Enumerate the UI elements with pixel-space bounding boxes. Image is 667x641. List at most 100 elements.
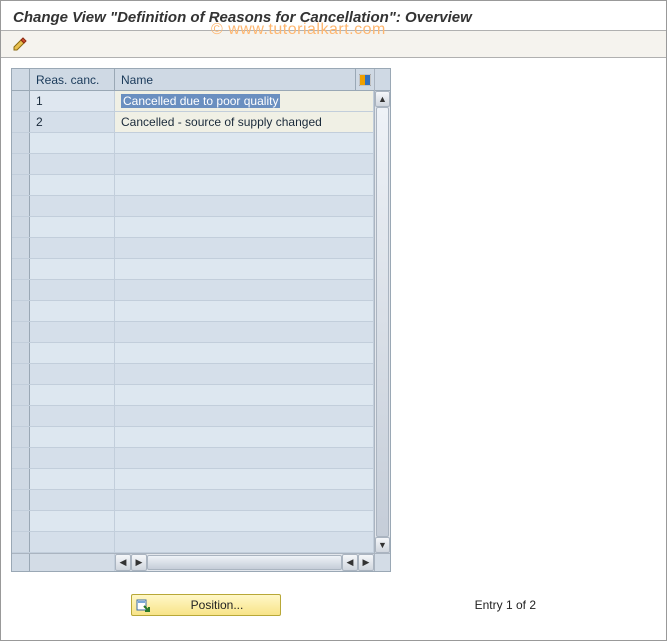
footer: Position... Entry 1 of 2 bbox=[1, 594, 666, 616]
hscroll-track[interactable] bbox=[147, 554, 342, 571]
cell-name[interactable] bbox=[115, 238, 374, 258]
cell-name[interactable] bbox=[115, 280, 374, 300]
cell-name[interactable] bbox=[115, 532, 374, 552]
row-selector[interactable] bbox=[12, 406, 30, 426]
row-selector[interactable] bbox=[12, 238, 30, 258]
table-row bbox=[12, 238, 374, 259]
table-row bbox=[12, 133, 374, 154]
cell-reas[interactable] bbox=[30, 301, 115, 321]
table-row bbox=[12, 301, 374, 322]
cell-reas[interactable] bbox=[30, 322, 115, 342]
cell-name[interactable] bbox=[115, 469, 374, 489]
row-selector[interactable] bbox=[12, 364, 30, 384]
position-label: Position... bbox=[158, 598, 276, 612]
cell-name[interactable] bbox=[115, 511, 374, 531]
row-selector[interactable] bbox=[12, 301, 30, 321]
row-selector[interactable] bbox=[12, 385, 30, 405]
cell-name[interactable] bbox=[115, 364, 374, 384]
cell-name[interactable] bbox=[115, 490, 374, 510]
scroll-up-button[interactable]: ▲ bbox=[375, 91, 390, 107]
table-row bbox=[12, 427, 374, 448]
cell-name[interactable] bbox=[115, 385, 374, 405]
cell-name[interactable] bbox=[115, 301, 374, 321]
row-selector[interactable] bbox=[12, 343, 30, 363]
row-selector[interactable] bbox=[12, 532, 30, 552]
cell-reas[interactable] bbox=[30, 238, 115, 258]
table-row bbox=[12, 490, 374, 511]
scroll-right-button-2[interactable]: ◀ bbox=[342, 554, 358, 571]
scroll-left-button-2[interactable]: ▶ bbox=[131, 554, 147, 571]
position-button[interactable]: Position... bbox=[131, 594, 281, 616]
row-selector[interactable] bbox=[12, 196, 30, 216]
cell-name[interactable]: Cancelled - source of supply changed bbox=[115, 112, 374, 132]
edit-button[interactable] bbox=[9, 34, 31, 54]
select-all-header[interactable] bbox=[12, 69, 30, 90]
column-header-name[interactable]: Name bbox=[115, 69, 356, 90]
hscroll-thumb[interactable] bbox=[147, 555, 342, 570]
row-selector[interactable] bbox=[12, 91, 30, 111]
cell-name[interactable]: Cancelled due to poor quality bbox=[115, 91, 374, 111]
scroll-down-button[interactable]: ▼ bbox=[375, 537, 390, 553]
table-row bbox=[12, 259, 374, 280]
row-selector[interactable] bbox=[12, 154, 30, 174]
cell-name[interactable] bbox=[115, 427, 374, 447]
vertical-scrollbar[interactable]: ▲ ▼ bbox=[374, 69, 390, 553]
cell-name[interactable] bbox=[115, 322, 374, 342]
cell-reas[interactable] bbox=[30, 406, 115, 426]
table-row: 1 Cancelled due to poor quality bbox=[12, 91, 374, 112]
cell-reas[interactable] bbox=[30, 385, 115, 405]
scroll-track[interactable] bbox=[375, 107, 390, 537]
row-selector[interactable] bbox=[12, 280, 30, 300]
table-row bbox=[12, 406, 374, 427]
cell-reas[interactable]: 2 bbox=[30, 112, 115, 132]
cell-reas[interactable] bbox=[30, 133, 115, 153]
cell-reas[interactable] bbox=[30, 280, 115, 300]
scroll-thumb[interactable] bbox=[376, 107, 389, 537]
row-selector[interactable] bbox=[12, 175, 30, 195]
row-selector[interactable] bbox=[12, 217, 30, 237]
scroll-right-button[interactable]: ▶ bbox=[358, 554, 374, 571]
configure-columns-button[interactable] bbox=[356, 69, 374, 90]
cell-name[interactable] bbox=[115, 343, 374, 363]
column-header-reas[interactable]: Reas. canc. bbox=[30, 69, 115, 90]
row-selector[interactable] bbox=[12, 427, 30, 447]
cell-name[interactable] bbox=[115, 196, 374, 216]
cell-reas[interactable]: 1 bbox=[30, 91, 115, 111]
scroll-left-button[interactable]: ◀ bbox=[115, 554, 131, 571]
row-selector[interactable] bbox=[12, 490, 30, 510]
table-row bbox=[12, 364, 374, 385]
cell-reas[interactable] bbox=[30, 217, 115, 237]
cell-name[interactable] bbox=[115, 133, 374, 153]
cell-name[interactable] bbox=[115, 259, 374, 279]
cell-reas[interactable] bbox=[30, 343, 115, 363]
cell-name[interactable] bbox=[115, 448, 374, 468]
cell-reas[interactable] bbox=[30, 196, 115, 216]
cell-reas[interactable] bbox=[30, 154, 115, 174]
cell-reas[interactable] bbox=[30, 175, 115, 195]
table-row bbox=[12, 322, 374, 343]
row-selector[interactable] bbox=[12, 259, 30, 279]
table-row bbox=[12, 385, 374, 406]
cell-reas[interactable] bbox=[30, 427, 115, 447]
row-selector[interactable] bbox=[12, 469, 30, 489]
entry-counter: Entry 1 of 2 bbox=[475, 598, 536, 612]
cell-reas[interactable] bbox=[30, 490, 115, 510]
cell-reas[interactable] bbox=[30, 448, 115, 468]
cell-reas[interactable] bbox=[30, 364, 115, 384]
pencil-icon bbox=[12, 36, 28, 52]
row-selector[interactable] bbox=[12, 322, 30, 342]
row-selector[interactable] bbox=[12, 112, 30, 132]
cell-reas[interactable] bbox=[30, 532, 115, 552]
cell-reas[interactable] bbox=[30, 469, 115, 489]
cell-reas[interactable] bbox=[30, 259, 115, 279]
row-selector[interactable] bbox=[12, 511, 30, 531]
row-selector[interactable] bbox=[12, 448, 30, 468]
cell-reas[interactable] bbox=[30, 511, 115, 531]
cell-name[interactable] bbox=[115, 406, 374, 426]
row-selector[interactable] bbox=[12, 133, 30, 153]
cell-name[interactable] bbox=[115, 154, 374, 174]
cell-name[interactable] bbox=[115, 175, 374, 195]
table-container: Reas. canc. Name 1 Cancelled due to poor… bbox=[11, 68, 391, 572]
horizontal-scrollbar[interactable]: ◀ ▶ ◀ ▶ bbox=[12, 553, 390, 571]
cell-name[interactable] bbox=[115, 217, 374, 237]
